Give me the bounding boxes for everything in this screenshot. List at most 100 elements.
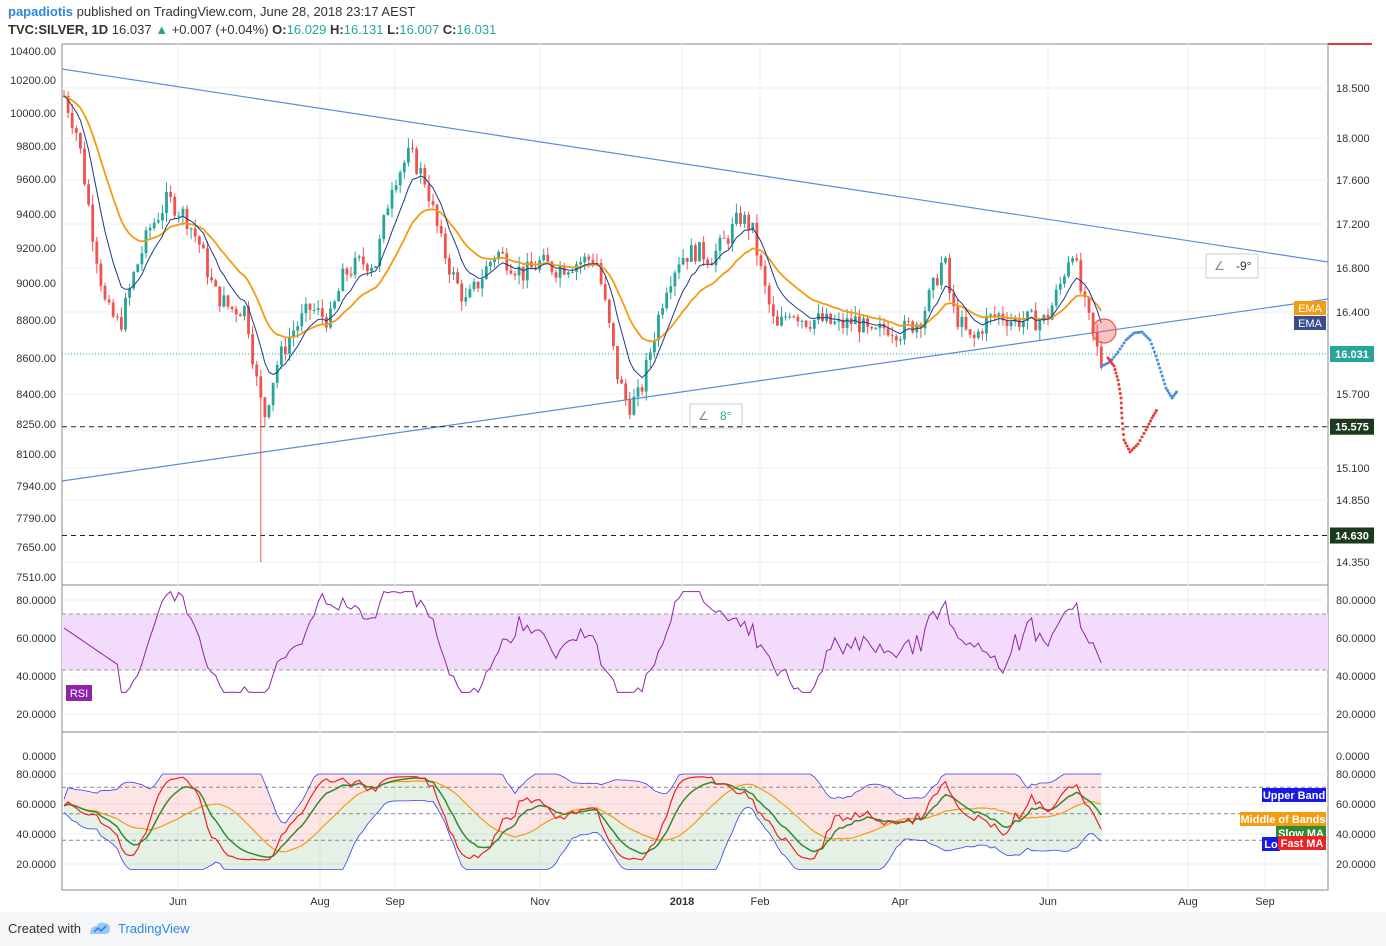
candle-body	[509, 270, 513, 274]
candle-body	[677, 264, 681, 273]
candle-body	[579, 262, 582, 265]
candle-body	[845, 318, 849, 328]
candle-body	[366, 264, 369, 272]
projection-dot-bear	[1120, 416, 1124, 420]
candle-body	[230, 306, 234, 309]
price-pane[interactable]	[61, 43, 1329, 586]
left-price-tick: 8100.00	[16, 449, 56, 461]
angle-icon: ∠	[698, 409, 709, 423]
projection-dot-bear	[1113, 368, 1117, 371]
candle-body	[115, 316, 119, 318]
candle-body	[960, 316, 964, 328]
left-price-tick: 10000.00	[10, 108, 56, 120]
candle-body	[1009, 321, 1013, 327]
left-price-tick: 8800.00	[16, 315, 56, 327]
candle-body	[140, 253, 144, 265]
candle-body	[1075, 258, 1079, 261]
candle-body	[308, 303, 312, 310]
candle-body	[771, 304, 775, 317]
x-axis-label: Jun	[169, 896, 187, 908]
candle-body	[464, 297, 468, 302]
rsi-right-tick: 40.0000	[1336, 671, 1376, 683]
rsi-right-tick: 60.0000	[1336, 633, 1376, 645]
candle-body	[767, 285, 771, 305]
candle-body	[480, 279, 484, 289]
candle-body	[218, 286, 222, 307]
ema-slow-tag: EMA	[1298, 303, 1323, 315]
projection-dot-bull	[1120, 344, 1124, 348]
candle-body	[521, 266, 525, 281]
projection-dot-bull	[1160, 374, 1164, 378]
projection-dot-bear	[1119, 401, 1123, 405]
left-price-tick: 7510.00	[16, 572, 56, 584]
candle-body	[124, 297, 127, 330]
projection-dot-bear	[1153, 411, 1157, 415]
tradingview-link[interactable]: TradingView	[118, 921, 190, 936]
projection-dot-bull	[1167, 391, 1171, 395]
price-tags: EMA EMA 16.031 15.575 14.630	[1294, 301, 1374, 544]
candle-body	[316, 308, 320, 310]
candle-body	[546, 254, 550, 262]
candle-body	[374, 266, 377, 268]
right-price-tick: 16.400	[1336, 307, 1370, 319]
candle-body	[83, 148, 86, 185]
candle-body	[698, 242, 701, 262]
candle-body	[792, 316, 796, 318]
angle-icon: ∠	[1214, 259, 1225, 273]
footer: Created with TradingView	[0, 912, 1386, 946]
right-price-tick: 18.500	[1336, 83, 1370, 95]
candle-body	[497, 251, 500, 258]
candle-body	[640, 387, 644, 392]
candle-body	[501, 251, 505, 254]
candle-body	[423, 167, 427, 185]
candle-body	[628, 400, 632, 415]
candle-body	[263, 397, 267, 418]
projection-dot-bear	[1122, 433, 1125, 436]
rsi-left-tick: 40.0000	[16, 671, 56, 683]
legend-lower-band: Lo	[1264, 839, 1278, 851]
bb-left-tick: 40.0000	[16, 829, 56, 841]
projection-dot-bull	[1154, 354, 1158, 358]
candle-body	[607, 299, 611, 324]
candle-body	[907, 320, 910, 322]
grid	[62, 44, 1328, 890]
projection-dot-bull	[1175, 390, 1178, 394]
candle-body	[714, 250, 718, 266]
candle-body	[169, 192, 172, 197]
candle-body	[1071, 258, 1074, 263]
candle-body	[238, 314, 242, 317]
right-price-tick: 15.100	[1336, 463, 1370, 475]
candle-body	[296, 326, 300, 331]
candle-body	[382, 215, 386, 240]
projection-dot-bull	[1150, 342, 1153, 346]
rsi-band	[62, 613, 1328, 671]
projection-dot-bull	[1164, 386, 1168, 390]
chart-canvas[interactable]: ∠ -9°∠ 8° RSI Upper BandMiddle of BandsSlo…	[0, 0, 1386, 912]
candle-body	[431, 201, 435, 205]
candle-body	[107, 299, 111, 303]
candle-body	[312, 309, 316, 311]
candle-body	[542, 254, 546, 261]
candle-body	[657, 314, 660, 341]
candle-body	[1054, 289, 1058, 306]
candles	[62, 89, 1103, 562]
candle-body	[448, 258, 451, 275]
projection-dot-bear	[1114, 371, 1118, 375]
bb-right-tick: 0.0000	[1336, 751, 1370, 763]
candle-body	[702, 242, 705, 260]
candle-body	[99, 263, 103, 286]
projection-dot-bear	[1121, 422, 1124, 425]
candle-body	[489, 262, 492, 267]
candle-body	[70, 112, 74, 129]
candle-body	[259, 376, 263, 398]
candle-body	[181, 208, 185, 216]
candle-body	[173, 196, 177, 216]
right-price-tick: 15.700	[1336, 389, 1370, 401]
left-price-tick: 8600.00	[16, 353, 56, 365]
projection-dot-bull	[1157, 362, 1160, 366]
projection-dot-bull	[1151, 346, 1155, 350]
left-price-tick: 9200.00	[16, 243, 56, 255]
candle-body	[1067, 262, 1070, 277]
candle-body	[505, 253, 509, 271]
tradingview-logo-icon[interactable]	[88, 920, 112, 941]
